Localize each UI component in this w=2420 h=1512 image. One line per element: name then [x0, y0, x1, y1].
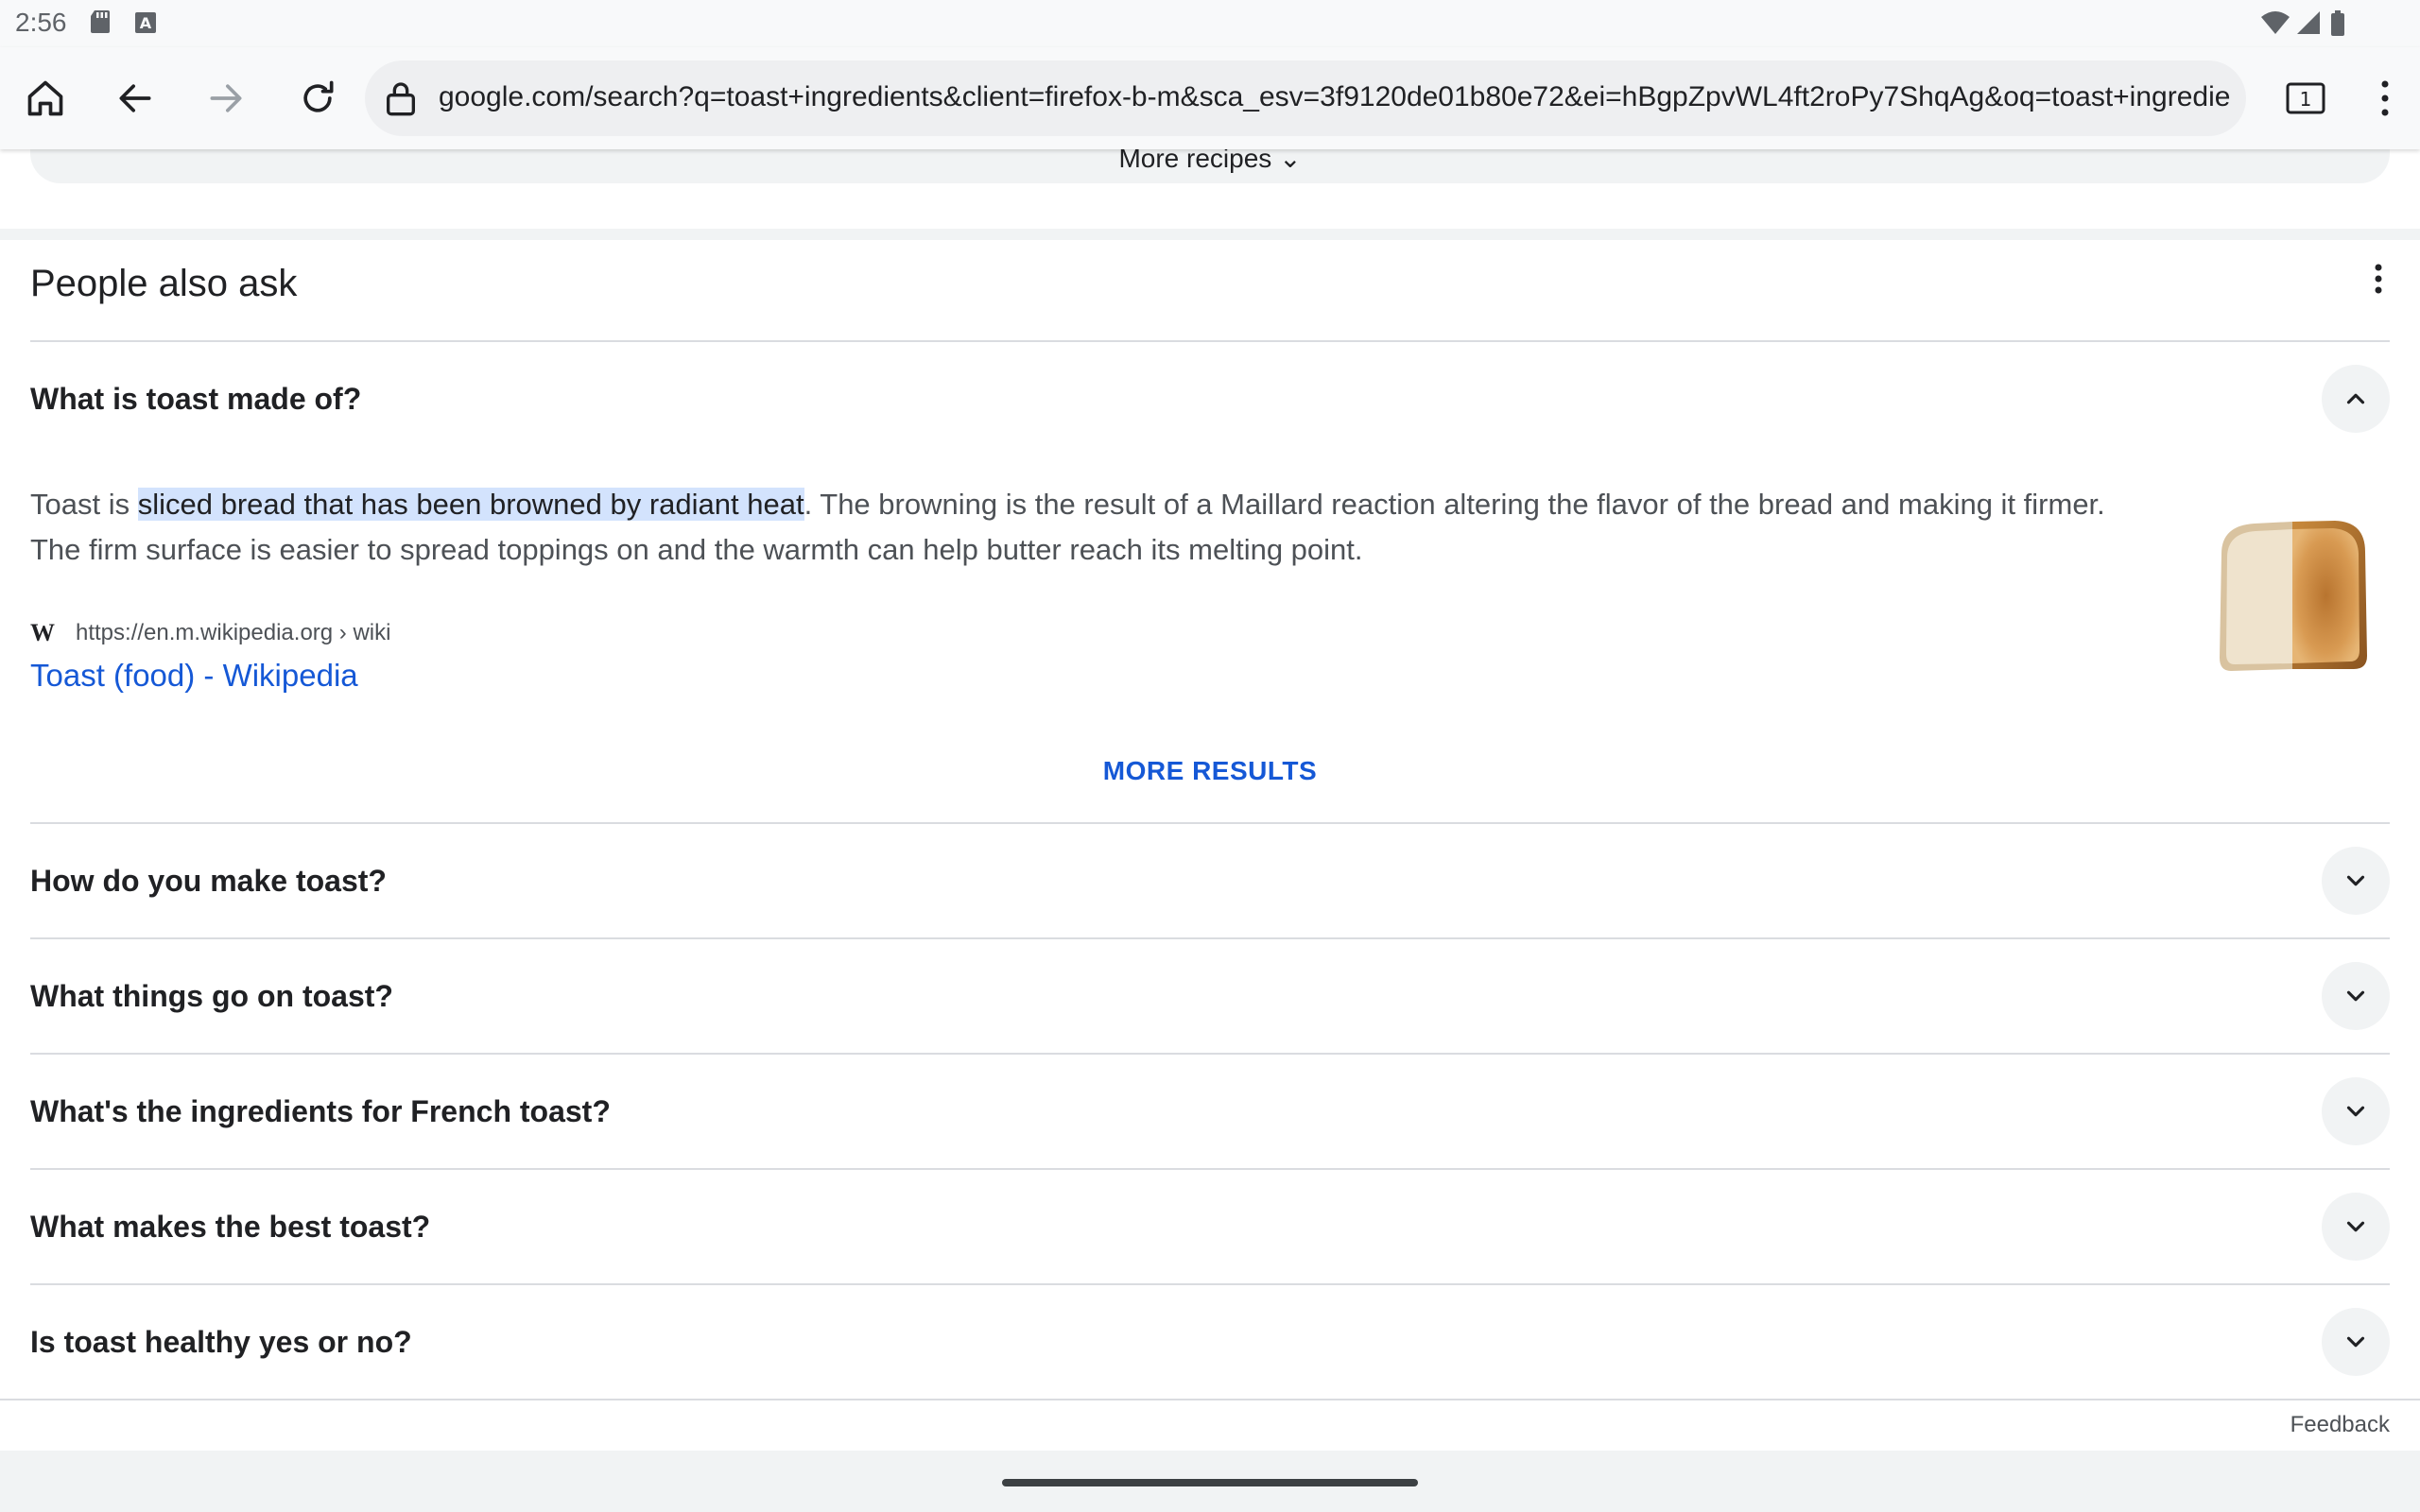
reload-icon — [303, 80, 334, 112]
people-also-ask-title: People also ask — [30, 263, 298, 304]
question-expanded[interactable]: What is toast made of? — [30, 382, 361, 417]
source-url: https://en.m.wikipedia.org › wiki — [76, 620, 391, 645]
status-bar: 2:56 A — [0, 0, 2420, 47]
signal-icon — [2297, 11, 2320, 34]
system-indicators — [2261, 10, 2344, 36]
chevron-down-icon — [2346, 990, 2365, 1002]
wifi-icon — [2261, 11, 2290, 34]
keyboard-a-icon: A — [135, 12, 156, 33]
divider — [0, 1399, 2420, 1400]
forward-icon — [210, 84, 242, 112]
lock-icon[interactable] — [382, 79, 420, 117]
toast-image[interactable] — [2203, 507, 2382, 686]
home-button[interactable] — [19, 72, 72, 125]
tabs-icon: 1 — [2286, 82, 2325, 114]
expand-button[interactable] — [2322, 1308, 2390, 1376]
divider — [30, 822, 2390, 824]
home-icon — [27, 80, 63, 116]
divider — [30, 937, 2390, 939]
answer-text: Toast is sliced bread that has been brow… — [30, 488, 2105, 566]
back-button[interactable] — [109, 72, 162, 125]
question-item[interactable]: What's the ingredients for French toast? — [30, 1094, 611, 1129]
tab-count: 1 — [2300, 88, 2312, 111]
feedback-link[interactable]: Feedback — [2290, 1412, 2390, 1438]
chevron-down-icon — [2346, 1336, 2365, 1348]
wikipedia-icon: W — [30, 619, 55, 646]
reload-button[interactable] — [291, 72, 344, 125]
more-recipes-label: More recipes ⌄ — [1118, 149, 1302, 173]
sd-card-icon — [91, 10, 110, 33]
tabs-button[interactable]: 1 — [2279, 72, 2332, 125]
question-item[interactable]: Is toast healthy yes or no? — [30, 1325, 412, 1360]
status-time: 2:56 — [15, 8, 67, 37]
battery-icon — [2331, 10, 2344, 36]
url-bar[interactable]: google.com/search?q=toast+ingredients&cl… — [365, 60, 2246, 136]
divider — [30, 1168, 2390, 1170]
collapse-button[interactable] — [2322, 365, 2390, 433]
menu-icon — [2381, 80, 2389, 116]
more-recipes-button[interactable]: More recipes ⌄ — [30, 149, 2390, 183]
svg-text:A: A — [140, 14, 152, 32]
expand-button[interactable] — [2322, 1193, 2390, 1261]
question-item[interactable]: What things go on toast? — [30, 979, 393, 1014]
divider — [30, 1053, 2390, 1055]
expand-button[interactable] — [2322, 847, 2390, 915]
expand-button[interactable] — [2322, 1077, 2390, 1145]
expand-button[interactable] — [2322, 962, 2390, 1030]
menu-button[interactable] — [2359, 72, 2411, 125]
answer-source[interactable]: W https://en.m.wikipedia.org › wiki — [30, 614, 390, 652]
forward-button[interactable] — [199, 72, 252, 125]
kebab-icon[interactable] — [2360, 255, 2397, 302]
browser-toolbar: google.com/search?q=toast+ingredients&cl… — [0, 47, 2420, 149]
url-text[interactable]: google.com/search?q=toast+ingredients&cl… — [439, 81, 2230, 113]
source-link[interactable]: Toast (food) - Wikipedia — [30, 658, 358, 694]
question-item[interactable]: How do you make toast? — [30, 864, 387, 899]
chevron-up-icon — [2346, 393, 2365, 404]
more-results-button[interactable]: MORE RESULTS — [0, 756, 2420, 786]
home-gesture-handle[interactable] — [1002, 1479, 1418, 1486]
answer-highlight: sliced bread that has been browned by ra… — [137, 488, 804, 521]
chevron-down-icon — [2346, 875, 2365, 886]
system-navigation-bar — [0, 1451, 2420, 1512]
chevron-down-icon — [2346, 1221, 2365, 1232]
question-item[interactable]: What makes the best toast? — [30, 1210, 430, 1245]
divider — [30, 340, 2390, 342]
chevron-down-icon — [2346, 1106, 2365, 1117]
divider — [30, 1283, 2390, 1285]
section-divider — [0, 229, 2420, 240]
back-icon — [119, 84, 151, 112]
search-results: More recipes ⌄ People also ask What is t… — [0, 149, 2420, 1451]
